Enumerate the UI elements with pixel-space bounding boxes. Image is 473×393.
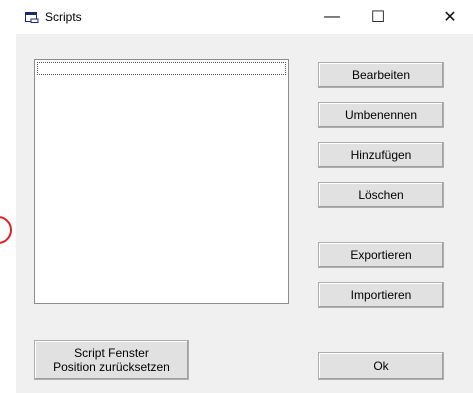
maximize-button[interactable]: ☐ <box>355 0 401 34</box>
list-focus-row[interactable] <box>37 62 286 75</box>
script-window-icon <box>25 12 39 23</box>
import-button[interactable]: Importieren <box>318 282 444 308</box>
scripts-dialog: Scripts — ☐ ✕ Bearbeiten Umbenennen Hinz… <box>16 0 473 393</box>
rename-button[interactable]: Umbenennen <box>318 102 444 128</box>
export-button[interactable]: Exportieren <box>318 242 444 268</box>
reset-window-position-button[interactable]: Script Fenster Position zurücksetzen <box>34 340 189 380</box>
delete-button[interactable]: Löschen <box>318 182 444 208</box>
background-strip <box>0 0 16 393</box>
edit-button[interactable]: Bearbeiten <box>318 62 444 88</box>
scripts-listbox[interactable] <box>34 59 289 304</box>
close-button[interactable]: ✕ <box>427 0 473 34</box>
add-button[interactable]: Hinzufügen <box>318 142 444 168</box>
ok-button[interactable]: Ok <box>318 352 444 380</box>
title-bar[interactable]: Scripts — ☐ ✕ <box>16 0 473 34</box>
window-title: Scripts <box>45 10 82 24</box>
reset-button-label-line1: Script Fenster <box>74 346 149 360</box>
minimize-button[interactable]: — <box>309 0 355 34</box>
reset-button-label-line2: Position zurücksetzen <box>53 360 170 374</box>
